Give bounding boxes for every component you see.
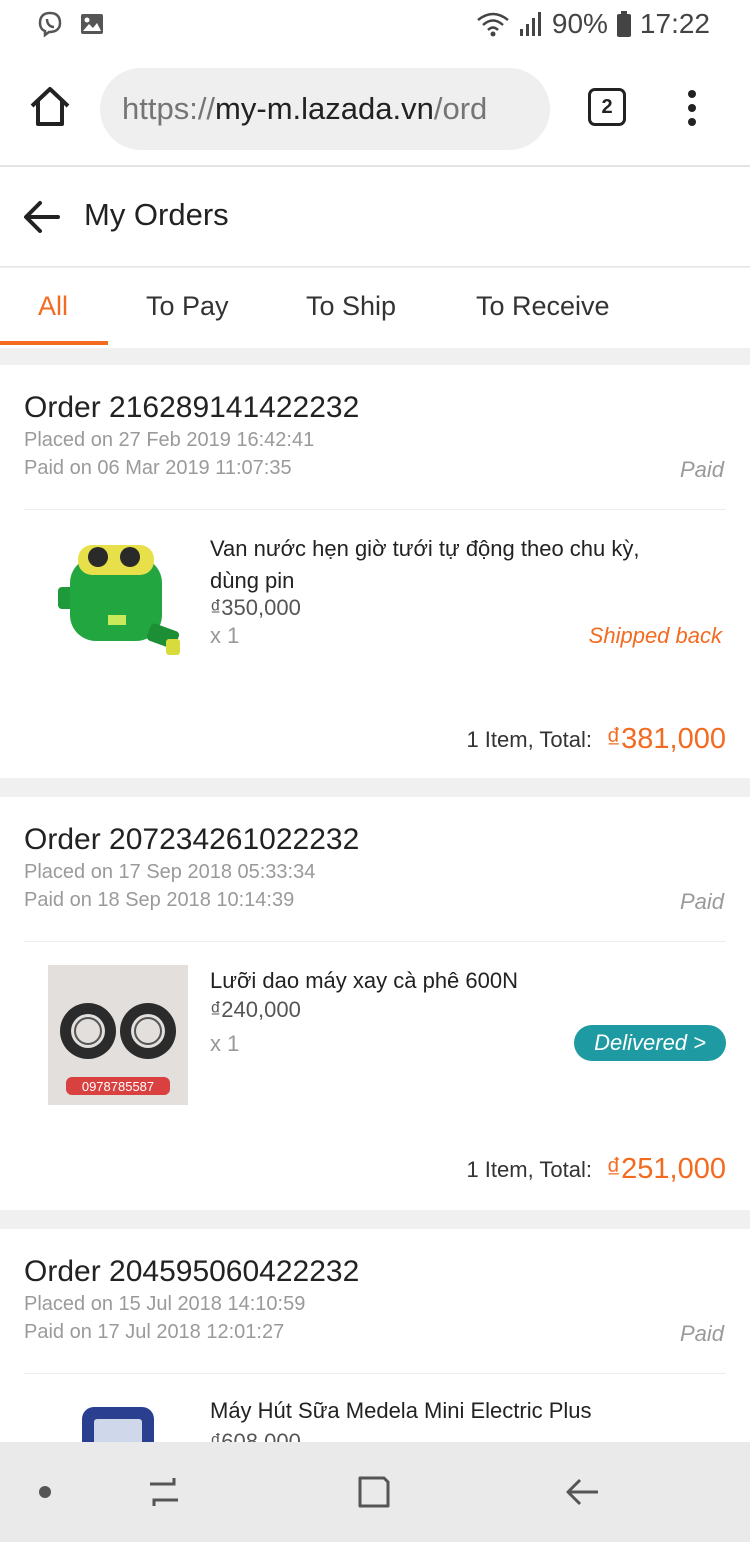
more-vert-icon[interactable]	[680, 88, 704, 128]
url-host: my-m.lazada.vn	[215, 91, 434, 126]
order-card[interactable]: Order 204595060422232 Placed on 15 Jul 2…	[0, 1229, 750, 1442]
page-header: My Orders	[0, 167, 750, 267]
product-price: ₫608,000	[210, 1429, 301, 1442]
product-image-breast-pump[interactable]	[48, 1403, 188, 1442]
battery-icon	[616, 11, 631, 37]
order-tabs: All To Pay To Ship To Receive	[0, 268, 750, 348]
battery-percent: 90%	[551, 8, 608, 39]
total-label: 1 Item, Total:	[466, 727, 592, 752]
order-id: Order 216289141422232	[24, 391, 360, 424]
product-quantity: x 1	[210, 1031, 240, 1056]
delivered-button[interactable]: Delivered >	[574, 1025, 726, 1061]
tab-all[interactable]: All	[38, 268, 68, 348]
product-quantity: x 1	[210, 623, 240, 648]
total-amount: ₫381,000	[606, 723, 726, 755]
back-nav-icon[interactable]	[562, 1472, 602, 1512]
tab-switcher-button[interactable]: 2	[588, 88, 626, 126]
product-price: ₫240,000	[210, 997, 301, 1022]
total-label: 1 Item, Total:	[466, 1157, 592, 1182]
payment-status: Paid	[679, 1321, 724, 1346]
home-nav-icon[interactable]	[354, 1472, 394, 1512]
placed-date: Placed on 17 Sep 2018 05:33:34	[24, 861, 316, 883]
order-card[interactable]: Order 207234261022232 Placed on 17 Sep 2…	[0, 797, 750, 1210]
total-amount: ₫251,000	[606, 1153, 726, 1185]
divider	[24, 509, 726, 510]
page-title: My Orders	[84, 197, 229, 232]
home-icon[interactable]	[26, 82, 74, 130]
image-watermark-phone: 0978785587	[82, 1079, 154, 1094]
item-status: Shipped back	[588, 623, 722, 648]
payment-status: Paid	[679, 889, 724, 914]
paid-date: Paid on 17 Jul 2018 12:01:27	[24, 1321, 285, 1343]
url-scheme: https://	[122, 91, 216, 126]
payment-status: Paid	[679, 457, 724, 482]
divider	[24, 1373, 726, 1374]
product-name[interactable]: Van nước hẹn giờ tưới tự động theo chu k…	[210, 533, 690, 597]
system-nav-bar	[0, 1442, 750, 1542]
status-bar: 90% 17:22	[0, 0, 750, 52]
recent-apps-icon[interactable]	[144, 1472, 184, 1512]
wifi-icon	[477, 12, 509, 37]
product-name[interactable]: Máy Hút Sữa Medela Mini Electric Plus	[210, 1395, 690, 1427]
tab-to-receive[interactable]: To Receive	[476, 268, 610, 348]
nav-dot-icon[interactable]	[39, 1486, 51, 1498]
active-tab-indicator	[0, 341, 108, 345]
signal-icon	[519, 12, 541, 36]
placed-date: Placed on 27 Feb 2019 16:42:41	[24, 429, 315, 451]
viber-icon	[38, 11, 62, 38]
browser-toolbar: https://my-m.lazada.vn/ord 2	[0, 52, 750, 166]
clock: 17:22	[639, 8, 710, 39]
image-icon	[81, 14, 103, 34]
tab-to-pay[interactable]: To Pay	[146, 268, 229, 348]
paid-date: Paid on 06 Mar 2019 11:07:35	[24, 457, 292, 479]
product-image-water-timer[interactable]	[48, 527, 188, 667]
order-id: Order 204595060422232	[24, 1255, 360, 1288]
tab-to-ship[interactable]: To Ship	[306, 268, 396, 348]
url-field[interactable]: https://my-m.lazada.vn/ord	[100, 68, 550, 150]
product-name[interactable]: Lưỡi dao máy xay cà phê 600N	[210, 965, 690, 997]
url-path: /ord	[433, 91, 488, 126]
paid-date: Paid on 18 Sep 2018 10:14:39	[24, 889, 295, 911]
order-card[interactable]: Order 216289141422232 Placed on 27 Feb 2…	[0, 365, 750, 778]
product-price: ₫350,000	[210, 595, 301, 620]
placed-date: Placed on 15 Jul 2018 14:10:59	[24, 1293, 306, 1315]
tab-count: 2	[601, 96, 613, 118]
product-image-blades[interactable]: 0978785587	[48, 965, 188, 1105]
back-arrow-icon[interactable]	[22, 197, 62, 237]
divider	[24, 941, 726, 942]
order-id: Order 207234261022232	[24, 823, 360, 856]
